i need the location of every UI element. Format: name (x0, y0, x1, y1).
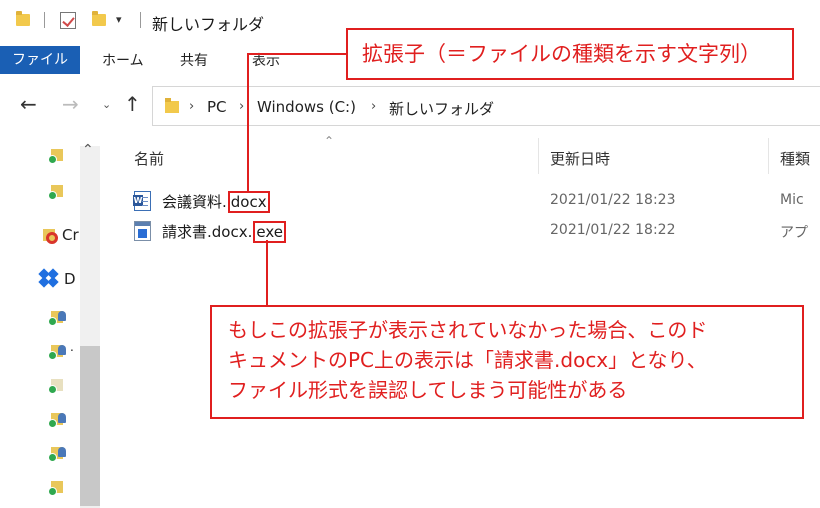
warning-callout-line: もしこの拡張子が表示されていなかった場合、このド (228, 318, 708, 342)
tab-home[interactable]: ホーム (102, 46, 144, 74)
nav-item-dropbox[interactable]: D (64, 270, 76, 288)
callout-connector (247, 53, 249, 193)
shared-folder-icon[interactable] (48, 308, 66, 326)
sort-ascending-icon: ⌃ (324, 134, 335, 148)
nav-item-creative-cloud[interactable]: Cr (62, 226, 79, 244)
file-row[interactable]: W 会議資料. docx 2021/01/22 18:23 Mic (130, 188, 820, 214)
dropbox-icon[interactable] (38, 268, 60, 290)
nav-item-label[interactable]: . (70, 340, 74, 354)
breadcrumb-separator[interactable]: › (189, 99, 194, 114)
new-folder-icon[interactable] (92, 11, 106, 26)
tab-file[interactable]: ファイル (0, 46, 80, 74)
file-name[interactable]: 請求書.docx. exe (162, 221, 286, 243)
divider (140, 12, 141, 28)
creative-cloud-icon[interactable] (40, 226, 58, 244)
extension-callout: 拡張子（＝ファイルの種類を示す文字列） (346, 28, 794, 80)
shared-folder-icon[interactable] (48, 376, 66, 394)
file-modified-date: 2021/01/22 18:23 (550, 192, 676, 208)
column-header-type[interactable]: 種類 (780, 148, 810, 169)
recent-locations-icon[interactable]: ⌄ (102, 98, 111, 111)
breadcrumb-new-folder[interactable]: 新しいフォルダ (389, 98, 494, 119)
callout-connector (248, 53, 348, 55)
file-type: Mic (780, 192, 804, 208)
column-divider[interactable] (538, 138, 539, 174)
navigation-bar: ← → ⌄ ↑ › PC › Windows (C:) › 新しいフォルダ (0, 86, 820, 126)
folder-icon (16, 11, 30, 26)
column-divider[interactable] (768, 138, 769, 174)
warning-callout-line: キュメントのPC上の表示は「請求書.docx」となり、 (228, 348, 707, 372)
folder-icon (165, 98, 179, 113)
scroll-up-icon[interactable]: ⌃ (82, 142, 94, 158)
file-row[interactable]: 請求書.docx. exe 2021/01/22 18:22 アプ (130, 218, 820, 244)
qat-dropdown-icon[interactable]: ▾ (116, 13, 122, 26)
column-header-date[interactable]: 更新日時 (550, 148, 610, 169)
file-name[interactable]: 会議資料. docx (162, 191, 270, 213)
application-icon (134, 221, 151, 241)
forward-button[interactable]: → (62, 92, 79, 116)
extension-highlight: exe (253, 221, 286, 243)
file-modified-date: 2021/01/22 18:22 (550, 222, 676, 238)
back-button[interactable]: ← (20, 92, 37, 116)
warning-callout: もしこの拡張子が表示されていなかった場合、このド キュメントのPC上の表示は「請… (210, 305, 804, 419)
shared-folder-icon[interactable] (48, 444, 66, 462)
file-type: アプ (780, 225, 808, 241)
properties-icon[interactable] (60, 12, 76, 29)
tab-view[interactable]: 表示 (252, 46, 280, 74)
extension-highlight: docx (227, 191, 270, 213)
breadcrumb-windows-c[interactable]: Windows (C:) (257, 98, 356, 116)
shared-folder-icon[interactable] (48, 410, 66, 428)
window-title: 新しいフォルダ (152, 15, 265, 34)
breadcrumb-separator[interactable]: › (239, 99, 244, 114)
navigation-pane: ⌃ Cr D . (0, 136, 104, 508)
column-header-name[interactable]: 名前 (134, 148, 164, 169)
tab-share[interactable]: 共有 (180, 46, 208, 74)
breadcrumb-pc[interactable]: PC (207, 98, 227, 116)
synced-folder-icon[interactable] (48, 478, 66, 496)
word-document-icon: W (133, 191, 151, 211)
address-bar[interactable]: › PC › Windows (C:) › 新しいフォルダ (152, 86, 820, 126)
divider (44, 12, 45, 28)
shared-folder-icon[interactable] (48, 342, 66, 360)
breadcrumb-separator[interactable]: › (371, 99, 376, 114)
up-button[interactable]: ↑ (124, 92, 141, 116)
synced-folder-icon[interactable] (48, 146, 66, 164)
warning-callout-line: ファイル形式を誤認してしまう可能性がある (228, 378, 628, 402)
scrollbar-thumb[interactable] (80, 346, 100, 506)
synced-folder-icon[interactable] (48, 182, 66, 200)
callout-connector (266, 240, 268, 306)
